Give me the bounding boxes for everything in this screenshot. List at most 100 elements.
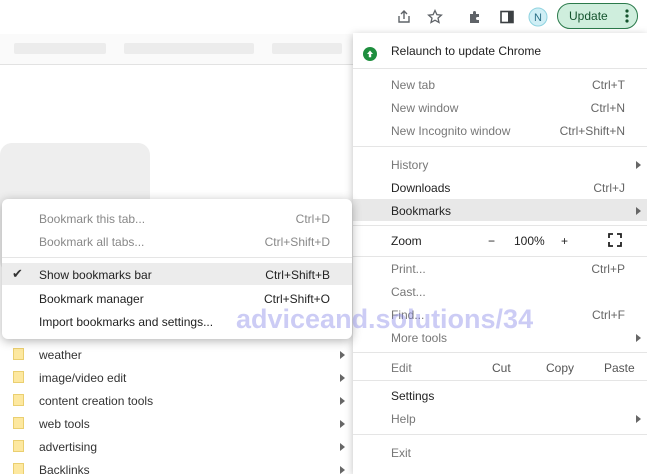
new-incognito-label: New Incognito window <box>391 124 511 138</box>
new-window-shortcut: Ctrl+N <box>590 101 625 115</box>
relaunch-item[interactable]: Relaunch to update Chrome <box>353 39 647 63</box>
show-bar-shortcut: Ctrl+Shift+B <box>265 268 330 282</box>
print-shortcut: Ctrl+P <box>591 262 625 276</box>
chevron-right-icon <box>340 374 345 382</box>
menu-separator <box>353 380 647 381</box>
menu-bookmarks[interactable]: Bookmarks <box>353 199 647 221</box>
menu-new-incognito[interactable]: New Incognito window Ctrl+Shift+N <box>353 119 647 141</box>
menu-history[interactable]: History <box>353 153 647 175</box>
show-bar-label: Show bookmarks bar <box>39 268 152 282</box>
paste-button[interactable]: Paste <box>604 361 635 375</box>
menu-print[interactable]: Print... Ctrl+P <box>353 257 647 279</box>
menu-separator <box>353 146 647 147</box>
history-label: History <box>391 158 429 172</box>
zoom-value: 100% <box>514 234 545 248</box>
manager-shortcut: Ctrl+Shift+O <box>263 292 330 306</box>
star-icon[interactable] <box>425 7 445 27</box>
share-icon[interactable] <box>394 7 414 27</box>
new-window-label: New window <box>391 101 459 115</box>
chevron-right-icon <box>340 443 345 451</box>
bookmark-all-tabs[interactable]: Bookmark all tabs... Ctrl+Shift+D <box>2 230 352 252</box>
chevron-right-icon <box>340 466 345 474</box>
downloads-shortcut: Ctrl+J <box>593 181 625 195</box>
menu-new-window[interactable]: New window Ctrl+N <box>353 96 647 118</box>
new-tab-label: New tab <box>391 78 436 92</box>
menu-new-tab[interactable]: New tab Ctrl+T <box>353 73 647 95</box>
menu-more-tools[interactable]: More tools <box>353 326 647 348</box>
menu-edit: Edit Cut Copy Paste <box>353 356 647 378</box>
chevron-right-icon <box>340 420 345 428</box>
menu-separator <box>353 68 647 69</box>
bookmark-folder[interactable]: web tools <box>0 413 350 435</box>
menu-zoom: Zoom − 100% + <box>353 229 647 253</box>
menu-downloads[interactable]: Downloads Ctrl+J <box>353 176 647 198</box>
bookmark-folder[interactable]: Backlinks <box>0 459 350 474</box>
puzzle-icon[interactable] <box>465 7 485 27</box>
cut-button[interactable]: Cut <box>492 361 511 375</box>
browser-toolbar: N Update <box>0 0 647 34</box>
print-label: Print... <box>391 262 426 276</box>
kebab-icon[interactable] <box>625 9 629 23</box>
manager-label: Bookmark manager <box>39 292 144 306</box>
bookmark-folder[interactable]: weather <box>0 344 350 366</box>
bookmarks-submenu: Bookmark this tab... Ctrl+D Bookmark all… <box>2 199 352 339</box>
menu-settings[interactable]: Settings <box>353 384 647 406</box>
menu-separator <box>2 257 352 258</box>
folder-label: Backlinks <box>39 463 90 474</box>
settings-label: Settings <box>391 389 435 403</box>
zoom-label: Zoom <box>391 234 422 248</box>
bookmark-all-shortcut: Ctrl+Shift+D <box>264 235 330 249</box>
bookmarks-label: Bookmarks <box>391 204 452 218</box>
chrome-menu: Relaunch to update Chrome New tab Ctrl+T… <box>353 33 647 474</box>
folder-icon <box>13 348 24 360</box>
folder-label: advertising <box>39 440 98 454</box>
downloads-label: Downloads <box>391 181 451 195</box>
sidepanel-icon[interactable] <box>497 7 517 27</box>
zoom-out-button[interactable]: − <box>488 234 495 248</box>
import-bookmarks[interactable]: Import bookmarks and settings... <box>2 310 352 332</box>
bookmark-all-label: Bookmark all tabs... <box>39 235 145 249</box>
update-arrow-icon <box>363 47 377 61</box>
copy-button[interactable]: Copy <box>546 361 574 375</box>
folder-icon <box>13 394 24 406</box>
chevron-right-icon <box>636 334 641 342</box>
menu-help[interactable]: Help <box>353 407 647 429</box>
bookmark-manager[interactable]: Bookmark manager Ctrl+Shift+O <box>2 287 352 309</box>
menu-cast[interactable]: Cast... <box>353 280 647 302</box>
bookmark-folder[interactable]: content creation tools <box>0 390 350 412</box>
folder-label: image/video edit <box>39 371 127 385</box>
menu-find[interactable]: Find... Ctrl+F <box>353 303 647 325</box>
exit-label: Exit <box>391 446 412 460</box>
bookmark-ghost <box>14 43 106 54</box>
folder-icon <box>13 371 24 383</box>
menu-separator <box>353 434 647 435</box>
find-shortcut: Ctrl+F <box>592 308 625 322</box>
folder-icon <box>13 417 24 429</box>
bookmark-folder[interactable]: advertising <box>0 436 350 458</box>
folder-icon <box>13 463 24 474</box>
bookmark-folder[interactable]: image/video edit <box>0 367 350 389</box>
folder-label: web tools <box>39 417 90 431</box>
edit-label: Edit <box>391 361 412 375</box>
profile-avatar[interactable]: N <box>528 7 548 27</box>
menu-exit[interactable]: Exit <box>353 441 647 463</box>
bookmark-this-tab[interactable]: Bookmark this tab... Ctrl+D <box>2 207 352 229</box>
cast-label: Cast... <box>391 285 426 299</box>
update-button-label: Update <box>569 9 608 23</box>
find-label: Find... <box>391 308 425 322</box>
show-bookmarks-bar[interactable]: ✔ Show bookmarks bar Ctrl+Shift+B <box>2 263 352 285</box>
more-tools-label: More tools <box>391 331 448 345</box>
update-button[interactable]: Update <box>557 3 638 29</box>
fullscreen-icon[interactable] <box>608 233 622 250</box>
new-incognito-shortcut: Ctrl+Shift+N <box>559 124 625 138</box>
new-tab-shortcut: Ctrl+T <box>592 78 625 92</box>
chevron-right-icon <box>340 351 345 359</box>
chevron-right-icon <box>636 415 641 423</box>
folder-icon <box>13 440 24 452</box>
bookmark-tab-label: Bookmark this tab... <box>39 212 146 226</box>
relaunch-label: Relaunch to update Chrome <box>391 44 542 58</box>
zoom-in-button[interactable]: + <box>561 234 568 248</box>
bookmark-ghost <box>124 43 254 54</box>
menu-separator <box>353 352 647 353</box>
folder-label: weather <box>39 348 82 362</box>
